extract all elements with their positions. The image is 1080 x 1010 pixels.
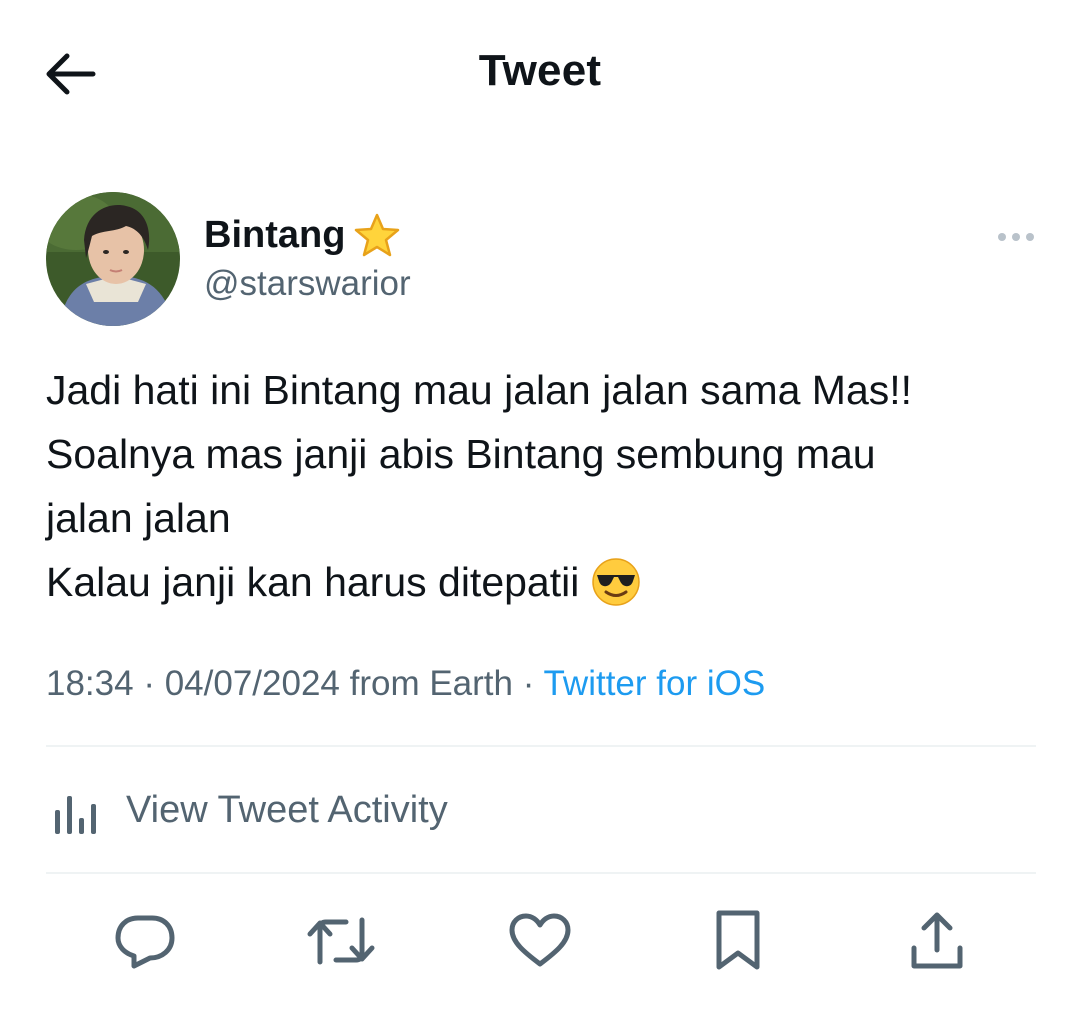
tweet-time: 18:34: [46, 664, 134, 703]
tweet-date: 04/07/2024: [164, 664, 340, 703]
divider: [46, 872, 1036, 874]
meta-separator: ·: [133, 664, 165, 703]
divider: [46, 745, 1036, 747]
like-icon: [509, 913, 571, 967]
tweet-line-last: Kalau janji kan harus ditepatii: [46, 550, 1046, 614]
tweet-detail-screen: Tweet Bintang @starswarior Jadi hati ini…: [0, 0, 1080, 1010]
share-button[interactable]: [902, 906, 972, 976]
retweet-icon: [307, 917, 375, 965]
more-options-button[interactable]: [994, 222, 1038, 252]
smiling-face-with-sunglasses-icon: [591, 557, 641, 607]
tweet-line: jalan jalan: [46, 495, 231, 541]
tweet-line: Soalnya mas janji abis Bintang sembung m…: [46, 431, 876, 477]
more-dots-icon: [998, 233, 1034, 241]
retweet-button[interactable]: [306, 906, 376, 976]
page-title: Tweet: [478, 46, 602, 95]
bookmark-icon: [716, 910, 760, 970]
avatar[interactable]: [46, 192, 180, 326]
author-name-text: Bintang: [204, 213, 346, 256]
like-button[interactable]: [505, 906, 575, 976]
reply-button[interactable]: [110, 906, 180, 976]
meta-separator: ·: [512, 664, 544, 703]
tweet-line-text: Kalau janji kan harus ditepatii: [46, 559, 580, 605]
tweet-meta: 18:34 · 04/07/2024 from Earth · Twitter …: [46, 664, 765, 704]
author-handle[interactable]: @starswarior: [204, 264, 411, 304]
share-icon: [911, 912, 963, 969]
view-tweet-activity-button[interactable]: View Tweet Activity: [46, 770, 1036, 850]
tweet-source-link[interactable]: Twitter for iOS: [543, 664, 765, 703]
author-name[interactable]: Bintang: [204, 212, 401, 258]
tweet-text: Jadi hati ini Bintang mau jalan jalan sa…: [46, 358, 1046, 614]
view-tweet-activity-label: View Tweet Activity: [126, 788, 448, 831]
tweet-line: Jadi hati ini Bintang mau jalan jalan sa…: [46, 367, 913, 413]
tweet-location: from Earth: [339, 664, 513, 703]
bar-chart-icon: [55, 796, 96, 834]
reply-icon: [115, 915, 175, 969]
bookmark-button[interactable]: [703, 906, 773, 976]
star-emoji-icon: [353, 212, 401, 258]
